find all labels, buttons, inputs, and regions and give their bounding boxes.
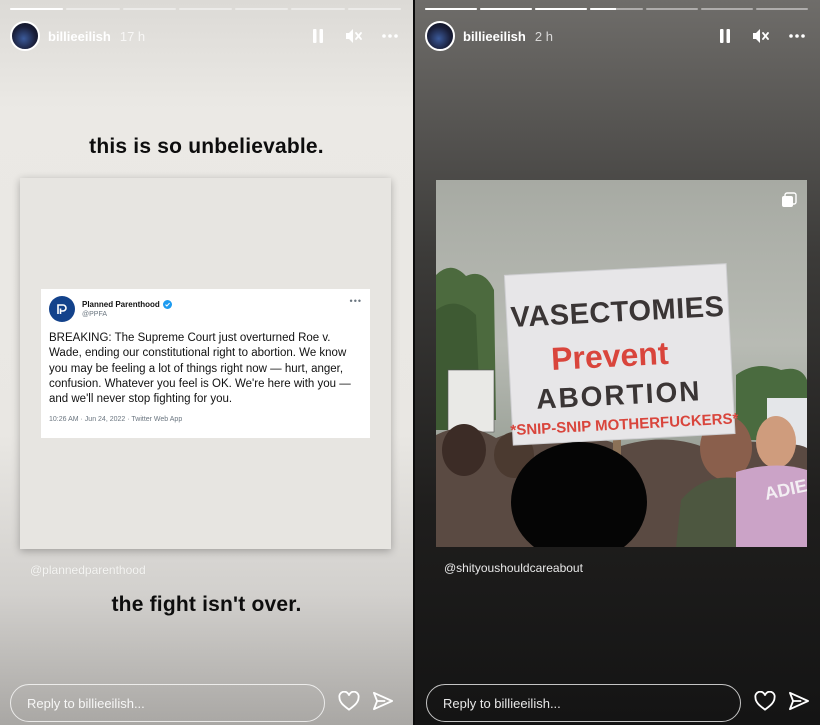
mention-sticker[interactable]: @shityoushouldcareabout bbox=[444, 561, 583, 575]
tweet-text: BREAKING: The Supreme Court just overtur… bbox=[49, 332, 351, 406]
tweet-author: Planned Parenthood bbox=[82, 300, 160, 309]
mute-icon[interactable] bbox=[750, 25, 772, 47]
progress-segment-fill bbox=[480, 8, 533, 10]
more-icon[interactable] bbox=[786, 25, 808, 47]
caption-top: this is so unbelievable. bbox=[89, 135, 324, 158]
progress-segment bbox=[755, 8, 808, 10]
username[interactable]: billieeilish bbox=[48, 29, 111, 44]
tweet-more-icon: ••• bbox=[349, 296, 362, 306]
story-header: billieeilish 17 h bbox=[10, 20, 401, 52]
progress-segment bbox=[535, 8, 588, 10]
reply-input[interactable]: Reply to billieeilish... bbox=[10, 684, 325, 722]
progress-segment bbox=[425, 8, 478, 10]
progress-segment bbox=[480, 8, 533, 10]
story-right[interactable]: billieeilish 2 h ADIES VASECTOMIES Preve… bbox=[415, 0, 820, 725]
tweet-handle: @PPFA bbox=[82, 311, 108, 318]
story-header: billieeilish 2 h bbox=[425, 20, 808, 52]
post-time: 17 h bbox=[119, 28, 146, 44]
progress-segment bbox=[700, 8, 753, 10]
progress-segment-fill bbox=[425, 8, 478, 10]
pause-icon[interactable] bbox=[307, 25, 329, 47]
progress-segment bbox=[347, 8, 401, 10]
story-left[interactable]: billieeilish 17 h this is so unbelievabl… bbox=[0, 0, 413, 725]
reply-input[interactable]: Reply to billieeilish... bbox=[426, 684, 741, 722]
mention-sticker[interactable]: @plannedparenthood bbox=[30, 563, 146, 577]
caption-bottom: the fight isn't over. bbox=[111, 593, 302, 616]
planned-parenthood-logo bbox=[49, 296, 75, 322]
heart-icon[interactable] bbox=[336, 688, 362, 714]
progress-segment bbox=[645, 8, 698, 10]
post-time: 2 h bbox=[534, 28, 553, 44]
progress-segment-fill bbox=[590, 8, 617, 10]
progress-segment bbox=[291, 8, 345, 10]
progress-segment bbox=[122, 8, 176, 10]
verified-icon bbox=[162, 300, 172, 309]
progress-segment-fill bbox=[535, 8, 588, 10]
carousel-icon bbox=[781, 192, 797, 213]
tweet-card: Planned Parenthood @PPFA ••• BREAKING: T… bbox=[41, 289, 370, 438]
progress-segment bbox=[235, 8, 289, 10]
tweet-meta: 10:26 AM · Jun 24, 2022 · Twitter Web Ap… bbox=[49, 416, 183, 424]
story-progress-bar bbox=[10, 8, 401, 10]
reply-placeholder: Reply to billieeilish... bbox=[27, 695, 145, 711]
progress-segment bbox=[10, 8, 64, 10]
protest-photo[interactable]: ADIES VASECTOMIES Prevent ABORTION *SNIP… bbox=[436, 180, 807, 547]
progress-segment bbox=[590, 8, 643, 10]
pause-icon[interactable] bbox=[714, 25, 736, 47]
username[interactable]: billieeilish bbox=[463, 29, 526, 44]
avatar[interactable] bbox=[10, 21, 40, 51]
reply-placeholder: Reply to billieeilish... bbox=[443, 695, 561, 711]
send-icon[interactable] bbox=[370, 688, 396, 714]
more-icon[interactable] bbox=[379, 25, 401, 47]
send-icon[interactable] bbox=[786, 688, 812, 714]
shared-post[interactable]: Planned Parenthood @PPFA ••• BREAKING: T… bbox=[20, 178, 391, 549]
progress-segment bbox=[178, 8, 233, 10]
avatar[interactable] bbox=[425, 21, 455, 51]
mute-icon[interactable] bbox=[343, 25, 365, 47]
heart-icon[interactable] bbox=[752, 688, 778, 714]
progress-segment bbox=[66, 8, 120, 10]
story-progress-bar bbox=[425, 8, 808, 10]
progress-segment-fill bbox=[10, 8, 64, 10]
sign-line-2: Prevent bbox=[550, 335, 669, 377]
